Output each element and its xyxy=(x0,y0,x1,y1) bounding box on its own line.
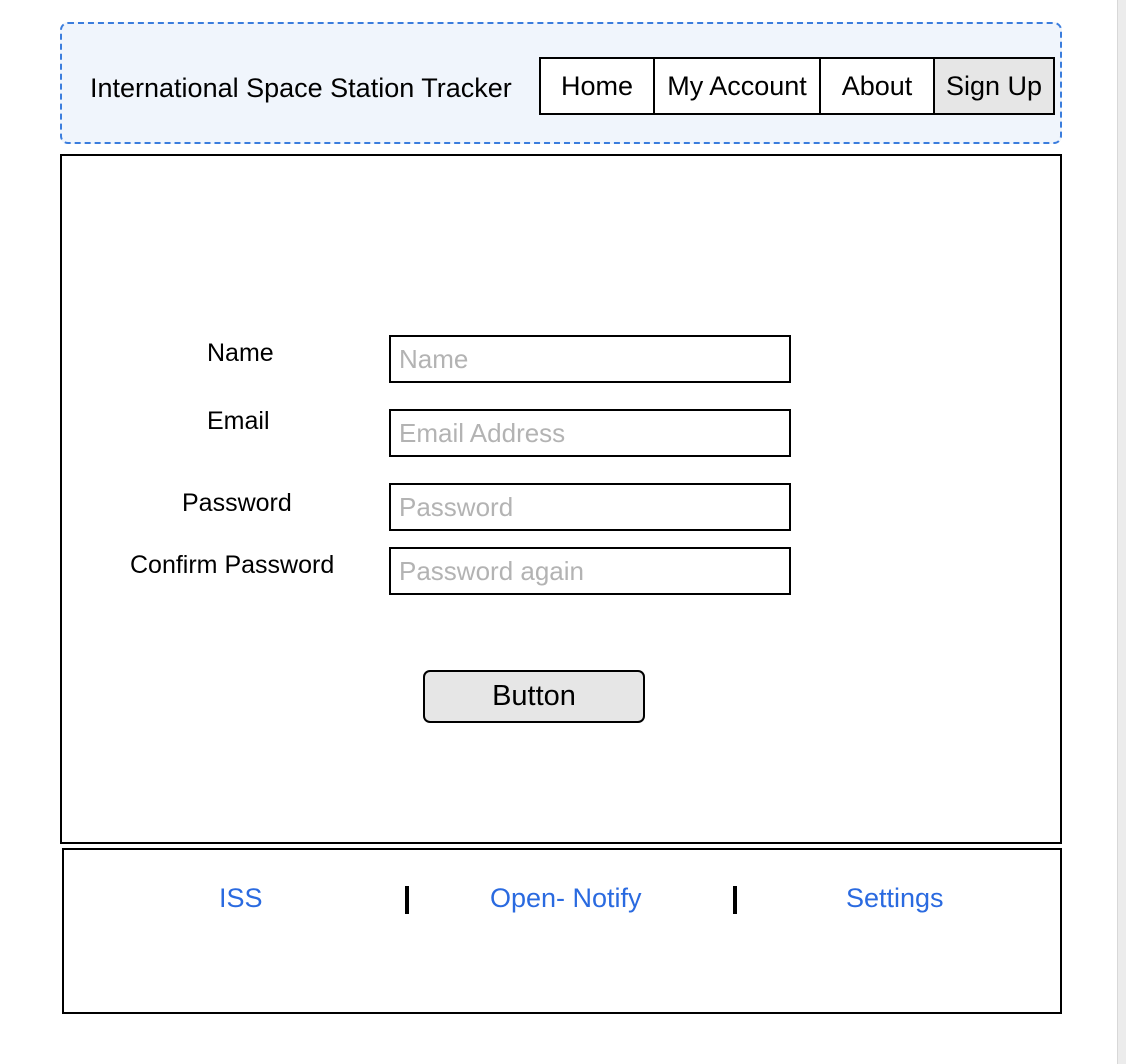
email-input[interactable] xyxy=(389,409,791,457)
confirm-password-label: Confirm Password xyxy=(130,551,335,579)
submit-button[interactable]: Button xyxy=(423,670,645,723)
password-input[interactable] xyxy=(389,483,791,531)
signup-panel: Name Email Password Confirm Password But… xyxy=(60,154,1062,844)
footer-link-open-notify[interactable]: Open- Notify xyxy=(490,883,642,914)
confirm-password-input[interactable] xyxy=(389,547,791,595)
footer-divider xyxy=(405,886,409,914)
name-input[interactable] xyxy=(389,335,791,383)
name-label: Name xyxy=(207,339,274,367)
footer-link-iss[interactable]: ISS xyxy=(219,883,263,914)
nav-item-sign-up[interactable]: Sign Up xyxy=(935,59,1053,113)
footer-link-settings[interactable]: Settings xyxy=(846,883,944,914)
password-label: Password xyxy=(182,489,292,517)
footer-bar: ISS Open- Notify Settings xyxy=(62,848,1062,1014)
window-edge xyxy=(1117,0,1126,1064)
email-label: Email xyxy=(207,407,270,435)
header-bar: International Space Station Tracker Home… xyxy=(60,22,1062,144)
nav-item-about[interactable]: About xyxy=(821,59,935,113)
nav-menu: Home My Account About Sign Up xyxy=(539,57,1055,115)
nav-item-my-account[interactable]: My Account xyxy=(655,59,821,113)
footer-divider xyxy=(733,886,737,914)
nav-item-home[interactable]: Home xyxy=(541,59,655,113)
app-title: International Space Station Tracker xyxy=(90,73,512,103)
